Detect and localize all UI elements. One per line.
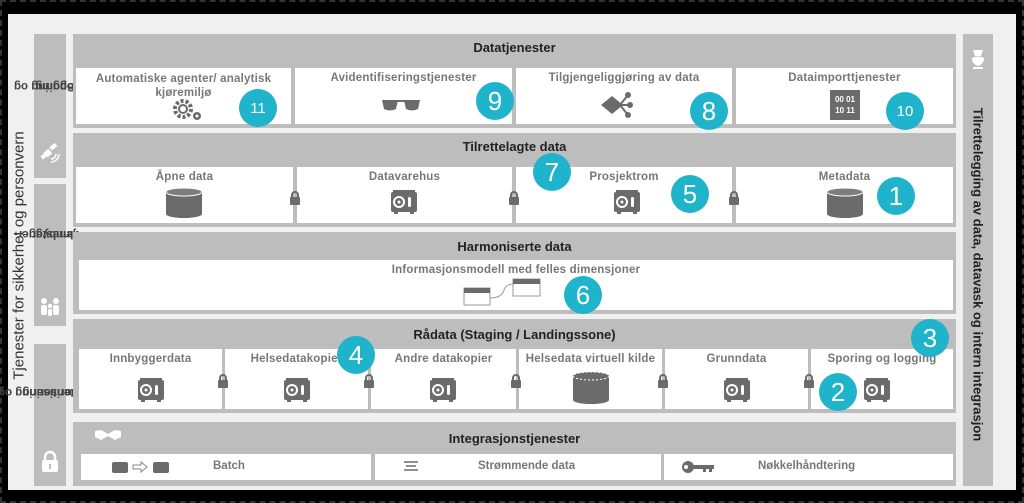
safe-icon (723, 377, 751, 408)
cell-citizen-data[interactable]: Innbyggerdata (79, 349, 222, 409)
badge-1: 1 (877, 177, 915, 215)
lock-icon (217, 374, 229, 388)
cell-label: Åpne data (155, 171, 214, 183)
sidebar-tracking-logging-label: Sporing og logging (13, 80, 77, 92)
safe-icon (613, 189, 641, 220)
cell-batch[interactable]: Batch (81, 454, 371, 480)
lock-icon (363, 374, 375, 388)
badge-9: 9 (476, 82, 514, 120)
lock-icon (510, 374, 522, 388)
safe-icon (863, 377, 891, 408)
safe-icon (429, 377, 457, 408)
badge-2: 2 (819, 373, 857, 411)
cell-label: Helsedata virtuell kilde (525, 353, 656, 365)
security-privacy-text: Tjenester for sikkerhet og personvern (10, 130, 28, 380)
cell-label: Datavarehus (368, 171, 441, 183)
layer-integration-services-title: Integrasjonstjenester (448, 431, 581, 446)
cell-streaming-data[interactable]: Strømmende data (375, 454, 661, 480)
layer-prepared-data: Tilrettelagte data Åpne data Datavarehus… (73, 133, 956, 227)
cell-health-data-virtual-source[interactable]: Helsedata virtuell kilde (519, 349, 662, 409)
safe-icon (390, 189, 418, 220)
lock-icon (39, 450, 61, 472)
layer-raw-data: Rådata (Staging / Landingssone) Innbygge… (73, 319, 956, 413)
badge-7: 7 (533, 153, 571, 191)
layer-prepared-data-title: Tilrettelagte data (462, 139, 567, 154)
gears-icon (171, 98, 205, 127)
share-diamond-icon (598, 90, 634, 125)
cell-label: Strømmende data (478, 460, 576, 472)
lock-icon (289, 191, 301, 205)
layer-harmonized-data-title: Harmoniserte data (457, 239, 572, 254)
security-privacy-label: Tjenester for sikkerhet og personvern (8, 30, 30, 480)
lock-icon (508, 191, 520, 205)
layer-raw-data-title: Rådata (Staging / Landingssone) (413, 327, 616, 342)
db-transfer-icon (111, 460, 173, 479)
sidebar-authentication-label: Autentisering og autorisering (0, 386, 90, 398)
safe-icon (137, 377, 165, 408)
badge-4: 4 (337, 336, 375, 374)
lock-icon (657, 374, 669, 388)
database-icon (572, 371, 610, 410)
layer-harmonized-data: Harmoniserte data Informasjonsmodell med… (73, 232, 956, 314)
cell-other-data-copies[interactable]: Andre datakopier (371, 349, 516, 409)
stream-icon (403, 460, 419, 479)
key-icon (681, 460, 717, 479)
satellite-icon (39, 142, 61, 164)
cell-data-warehouse[interactable]: Datavarehus (297, 167, 512, 223)
badge-5: 5 (671, 175, 709, 213)
cell-information-model[interactable]: Informasjonsmodell med felles dimensjone… (79, 260, 953, 310)
lock-icon (803, 374, 815, 388)
cell-label: Nøkkelhåndtering (758, 460, 856, 472)
cell-base-data[interactable]: Grunndata (665, 349, 808, 409)
layer-data-services-title: Datatjenester (473, 40, 556, 55)
sidebar-authentication: Autentisering og autorisering (0, 344, 90, 486)
cell-label: Informasjonsmodell med felles dimensjone… (391, 264, 641, 276)
cell-label: Dataimporttjenester (788, 72, 901, 84)
lock-icon (728, 191, 740, 205)
cell-key-management[interactable]: Nøkkelhåndtering (664, 454, 953, 480)
binary-icon: 00 01 10 11 (830, 90, 860, 120)
badge-11: 11 (239, 89, 277, 127)
cell-label: Avidentifiseringstjenester (330, 72, 477, 84)
sunglasses-icon (381, 98, 421, 117)
cell-label: Batch (213, 460, 245, 472)
badge-6: 6 (564, 276, 602, 314)
linked-tables-icon (463, 278, 543, 313)
database-icon (826, 187, 864, 224)
sidebar-tracking-logging: Sporing og logging (13, 34, 77, 178)
cell-label: Andre datakopier (394, 353, 493, 365)
family-icon (39, 296, 61, 318)
safe-icon (283, 377, 311, 408)
data-preparation-label: Tilrettelegging av data, datavask og int… (970, 107, 986, 441)
cell-label: Metadata (818, 171, 871, 183)
layer-integration-services: Integrasjonstjenester Batch Strømmende d… (73, 422, 956, 486)
cell-label: Innbyggerdata (109, 353, 192, 365)
badge-8: 8 (690, 92, 728, 130)
sidebar-citizen-services: Innbygger-tjenester (14, 184, 80, 326)
badge-10: 10 (886, 92, 924, 130)
data-preparation-panel: Tilrettelegging av data, datavask og int… (963, 34, 993, 486)
layer-data-services: Datatjenester Automatiske agenter/ analy… (73, 34, 956, 130)
database-icon (165, 187, 203, 224)
cell-open-data[interactable]: Åpne data (76, 167, 293, 223)
cell-metadata[interactable]: Metadata (736, 167, 953, 223)
cell-label: Grunndata (706, 353, 767, 365)
badge-3: 3 (911, 319, 949, 357)
cell-label: Tilgjengeliggjøring av data (548, 72, 700, 84)
sidebar-citizen-services-label: Innbygger-tjenester (14, 228, 80, 240)
wash-icon (969, 48, 987, 69)
